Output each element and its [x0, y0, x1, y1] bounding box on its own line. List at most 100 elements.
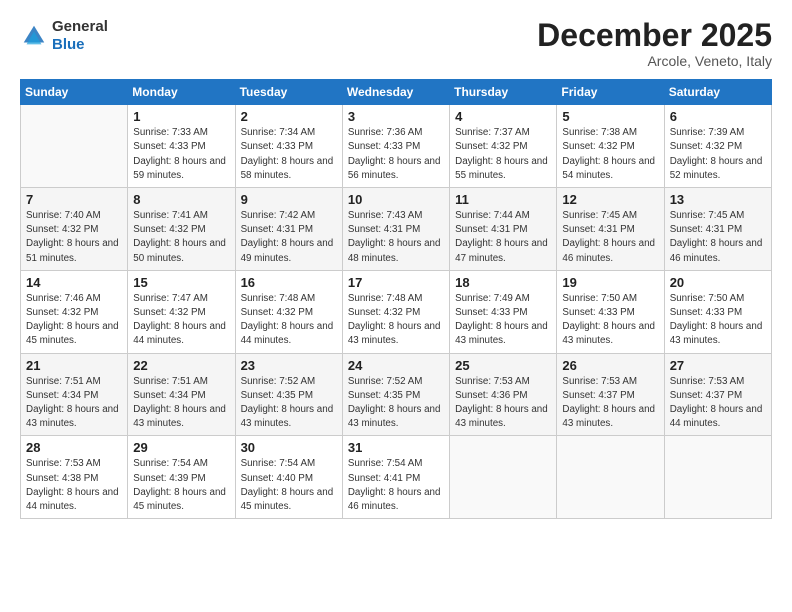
day-number: 20 — [670, 275, 766, 290]
day-info: Sunrise: 7:54 AMSunset: 4:39 PMDaylight:… — [133, 457, 229, 514]
day-info: Sunrise: 7:54 AMSunset: 4:40 PMDaylight:… — [241, 457, 337, 514]
day-cell: 18Sunrise: 7:49 AMSunset: 4:33 PMDayligh… — [450, 270, 557, 353]
day-cell: 22 Sunrise: 7:51 AMSunset: 4:34 PMDayligh… — [128, 353, 235, 436]
day-number: 3 — [348, 109, 444, 124]
day-cell: 15 Sunrise: 7:47 AMSunset: 4:32 PMDayligh… — [128, 270, 235, 353]
day-info: Sunrise: 7:53 AMSunset: 4:37 PMDaylight:… — [562, 375, 658, 432]
day-cell: 7Sunrise: 7:40 AMSunset: 4:32 PMDaylight… — [21, 188, 128, 271]
day-number: 16 — [241, 275, 337, 290]
day-cell: 5Sunrise: 7:38 AMSunset: 4:32 PMDaylight… — [557, 105, 664, 188]
day-number: 13 — [670, 192, 766, 207]
day-info: Sunrise: 7:46 AMSunset: 4:32 PMDaylight:… — [26, 292, 122, 349]
day-number: 15 — [133, 275, 229, 290]
day-cell: 12Sunrise: 7:45 AMSunset: 4:31 PMDayligh… — [557, 188, 664, 271]
day-number: 14 — [26, 275, 122, 290]
day-cell: 31Sunrise: 7:54 AMSunset: 4:41 PMDayligh… — [342, 436, 449, 519]
day-info: Sunrise: 7:41 AMSunset: 4:32 PMDaylight:… — [133, 209, 229, 266]
logo: General Blue — [20, 18, 108, 54]
day-cell: 6 Sunrise: 7:39 AMSunset: 4:32 PMDaylight… — [664, 105, 771, 188]
day-info: Sunrise: 7:47 AMSunset: 4:32 PMDaylight:… — [133, 292, 229, 349]
day-info: Sunrise: 7:48 AMSunset: 4:32 PMDaylight:… — [241, 292, 337, 349]
week-row-1: 1Sunrise: 7:33 AMSunset: 4:33 PMDaylight… — [21, 105, 772, 188]
day-number: 30 — [241, 440, 337, 455]
week-row-3: 14 Sunrise: 7:46 AMSunset: 4:32 PMDayligh… — [21, 270, 772, 353]
day-cell: 17Sunrise: 7:48 AMSunset: 4:32 PMDayligh… — [342, 270, 449, 353]
calendar-table: Sunday Monday Tuesday Wednesday Thursday… — [20, 79, 772, 519]
day-info: Sunrise: 7:53 AMSunset: 4:38 PMDaylight:… — [26, 457, 122, 514]
day-number: 8 — [133, 192, 229, 207]
header-row: Sunday Monday Tuesday Wednesday Thursday… — [21, 80, 772, 105]
day-info: Sunrise: 7:37 AMSunset: 4:32 PMDaylight:… — [455, 126, 551, 183]
day-cell: 21Sunrise: 7:51 AMSunset: 4:34 PMDayligh… — [21, 353, 128, 436]
day-number: 1 — [133, 109, 229, 124]
day-info: Sunrise: 7:51 AMSunset: 4:34 PMDaylight:… — [133, 375, 229, 432]
location: Arcole, Veneto, Italy — [537, 53, 772, 69]
logo-text: General Blue — [52, 18, 108, 54]
day-number: 10 — [348, 192, 444, 207]
day-info: Sunrise: 7:50 AMSunset: 4:33 PMDaylight:… — [670, 292, 766, 349]
day-cell: 25 Sunrise: 7:53 AMSunset: 4:36 PMDayligh… — [450, 353, 557, 436]
day-cell: 8 Sunrise: 7:41 AMSunset: 4:32 PMDaylight… — [128, 188, 235, 271]
logo-icon — [20, 22, 48, 50]
day-cell: 27 Sunrise: 7:53 AMSunset: 4:37 PMDayligh… — [664, 353, 771, 436]
day-number: 19 — [562, 275, 658, 290]
day-cell: 28 Sunrise: 7:53 AMSunset: 4:38 PMDayligh… — [21, 436, 128, 519]
day-info: Sunrise: 7:52 AMSunset: 4:35 PMDaylight:… — [241, 375, 337, 432]
day-info: Sunrise: 7:42 AMSunset: 4:31 PMDaylight:… — [241, 209, 337, 266]
day-number: 17 — [348, 275, 444, 290]
day-info: Sunrise: 7:44 AMSunset: 4:31 PMDaylight:… — [455, 209, 551, 266]
day-cell: 29 Sunrise: 7:54 AMSunset: 4:39 PMDayligh… — [128, 436, 235, 519]
week-row-4: 21Sunrise: 7:51 AMSunset: 4:34 PMDayligh… — [21, 353, 772, 436]
day-cell: 14 Sunrise: 7:46 AMSunset: 4:32 PMDayligh… — [21, 270, 128, 353]
day-number: 4 — [455, 109, 551, 124]
day-info: Sunrise: 7:54 AMSunset: 4:41 PMDaylight:… — [348, 457, 444, 514]
day-number: 7 — [26, 192, 122, 207]
day-cell: 16 Sunrise: 7:48 AMSunset: 4:32 PMDayligh… — [235, 270, 342, 353]
title-block: December 2025 Arcole, Veneto, Italy — [537, 18, 772, 69]
day-info: Sunrise: 7:36 AMSunset: 4:33 PMDaylight:… — [348, 126, 444, 183]
month-title: December 2025 — [537, 18, 772, 53]
day-info: Sunrise: 7:53 AMSunset: 4:36 PMDaylight:… — [455, 375, 551, 432]
logo-general: General — [52, 18, 108, 35]
day-number: 22 — [133, 358, 229, 373]
week-row-2: 7Sunrise: 7:40 AMSunset: 4:32 PMDaylight… — [21, 188, 772, 271]
day-info: Sunrise: 7:45 AMSunset: 4:31 PMDaylight:… — [670, 209, 766, 266]
page-header: General Blue December 2025 Arcole, Venet… — [20, 18, 772, 69]
day-number: 5 — [562, 109, 658, 124]
day-number: 6 — [670, 109, 766, 124]
day-cell: 30 Sunrise: 7:54 AMSunset: 4:40 PMDayligh… — [235, 436, 342, 519]
day-cell: 23 Sunrise: 7:52 AMSunset: 4:35 PMDayligh… — [235, 353, 342, 436]
day-cell — [557, 436, 664, 519]
day-info: Sunrise: 7:49 AMSunset: 4:33 PMDaylight:… — [455, 292, 551, 349]
day-cell — [450, 436, 557, 519]
day-number: 26 — [562, 358, 658, 373]
day-cell: 26 Sunrise: 7:53 AMSunset: 4:37 PMDayligh… — [557, 353, 664, 436]
day-number: 2 — [241, 109, 337, 124]
calendar-page: General Blue December 2025 Arcole, Venet… — [0, 0, 792, 612]
day-info: Sunrise: 7:53 AMSunset: 4:37 PMDaylight:… — [670, 375, 766, 432]
day-cell — [664, 436, 771, 519]
day-cell: 9 Sunrise: 7:42 AMSunset: 4:31 PMDaylight… — [235, 188, 342, 271]
col-friday: Friday — [557, 80, 664, 105]
day-number: 24 — [348, 358, 444, 373]
day-info: Sunrise: 7:50 AMSunset: 4:33 PMDaylight:… — [562, 292, 658, 349]
day-number: 9 — [241, 192, 337, 207]
day-info: Sunrise: 7:52 AMSunset: 4:35 PMDaylight:… — [348, 375, 444, 432]
day-info: Sunrise: 7:45 AMSunset: 4:31 PMDaylight:… — [562, 209, 658, 266]
day-cell: 2Sunrise: 7:34 AMSunset: 4:33 PMDaylight… — [235, 105, 342, 188]
col-monday: Monday — [128, 80, 235, 105]
day-number: 25 — [455, 358, 551, 373]
col-thursday: Thursday — [450, 80, 557, 105]
day-number: 28 — [26, 440, 122, 455]
day-cell: 11Sunrise: 7:44 AMSunset: 4:31 PMDayligh… — [450, 188, 557, 271]
col-tuesday: Tuesday — [235, 80, 342, 105]
day-cell: 24 Sunrise: 7:52 AMSunset: 4:35 PMDayligh… — [342, 353, 449, 436]
day-number: 27 — [670, 358, 766, 373]
week-row-5: 28 Sunrise: 7:53 AMSunset: 4:38 PMDayligh… — [21, 436, 772, 519]
day-number: 23 — [241, 358, 337, 373]
day-cell: 13 Sunrise: 7:45 AMSunset: 4:31 PMDayligh… — [664, 188, 771, 271]
day-number: 29 — [133, 440, 229, 455]
day-cell: 4 Sunrise: 7:37 AMSunset: 4:32 PMDaylight… — [450, 105, 557, 188]
day-info: Sunrise: 7:39 AMSunset: 4:32 PMDaylight:… — [670, 126, 766, 183]
day-info: Sunrise: 7:43 AMSunset: 4:31 PMDaylight:… — [348, 209, 444, 266]
